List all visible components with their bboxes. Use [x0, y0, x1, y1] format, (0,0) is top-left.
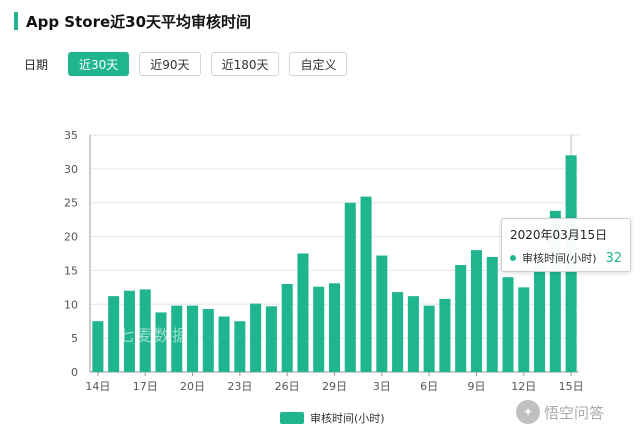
bar [360, 196, 372, 372]
x-tick-label: 6日 [420, 380, 438, 393]
bar [250, 303, 262, 372]
bar [281, 283, 293, 372]
x-tick-label: 9日 [467, 380, 485, 393]
bar [187, 305, 199, 372]
y-tick-label: 5 [71, 332, 78, 345]
bar [108, 296, 120, 372]
tooltip-value: 32 [605, 250, 622, 266]
x-tick-label: 3日 [373, 380, 391, 393]
x-tick-label: 12日 [511, 380, 536, 393]
x-tick-label: 23日 [227, 380, 252, 393]
x-tick-label: 20日 [180, 380, 205, 393]
tooltip-date: 2020年03月15日 [510, 228, 608, 242]
bar [234, 321, 246, 372]
bar [439, 298, 451, 372]
tooltip-series-dot [510, 255, 516, 261]
tooltip-row: 审核时间(小时) 32 [510, 250, 622, 266]
bar [123, 290, 135, 372]
bar [155, 312, 167, 372]
y-tick-label: 35 [64, 129, 78, 142]
legend-label: 审核时间(小时) [310, 412, 385, 425]
bar [392, 292, 404, 372]
bar [218, 316, 230, 372]
brand-text: 悟空问答 [544, 403, 605, 422]
y-tick-label: 15 [64, 264, 78, 277]
chart-tooltip: 2020年03月15日 审核时间(小时) 32 [501, 218, 631, 272]
bar [92, 321, 104, 372]
x-tick-label: 29日 [322, 380, 347, 393]
y-tick-label: 10 [64, 298, 78, 311]
bar [534, 265, 546, 372]
brand-watermark: ✦ 悟空问答 [516, 400, 604, 424]
y-tick-label: 25 [64, 197, 78, 210]
bar [265, 306, 277, 372]
y-tick-label: 30 [64, 163, 78, 176]
bar [518, 287, 530, 372]
bar [470, 250, 482, 372]
bar [344, 202, 356, 372]
bar [376, 255, 388, 372]
legend-swatch [280, 412, 304, 424]
bar [171, 305, 183, 372]
bar [328, 283, 341, 372]
brand-logo-icon: ✦ [516, 400, 540, 424]
bar [407, 296, 419, 372]
tooltip-series-name: 审核时间(小时) [522, 252, 597, 265]
bar [423, 305, 435, 372]
bar [297, 253, 309, 372]
x-tick-label: 14日 [85, 380, 110, 393]
bar [486, 256, 498, 372]
bar [502, 277, 514, 372]
bar [202, 309, 214, 372]
bar [455, 265, 467, 372]
chart-legend[interactable]: 审核时间(小时) [280, 410, 385, 426]
y-tick-label: 0 [71, 366, 78, 379]
y-tick-label: 20 [64, 231, 78, 244]
bar [139, 289, 151, 372]
x-tick-label: 15日 [559, 380, 584, 393]
bar [313, 286, 325, 372]
x-tick-label: 17日 [133, 380, 158, 393]
x-tick-label: 26日 [275, 380, 300, 393]
